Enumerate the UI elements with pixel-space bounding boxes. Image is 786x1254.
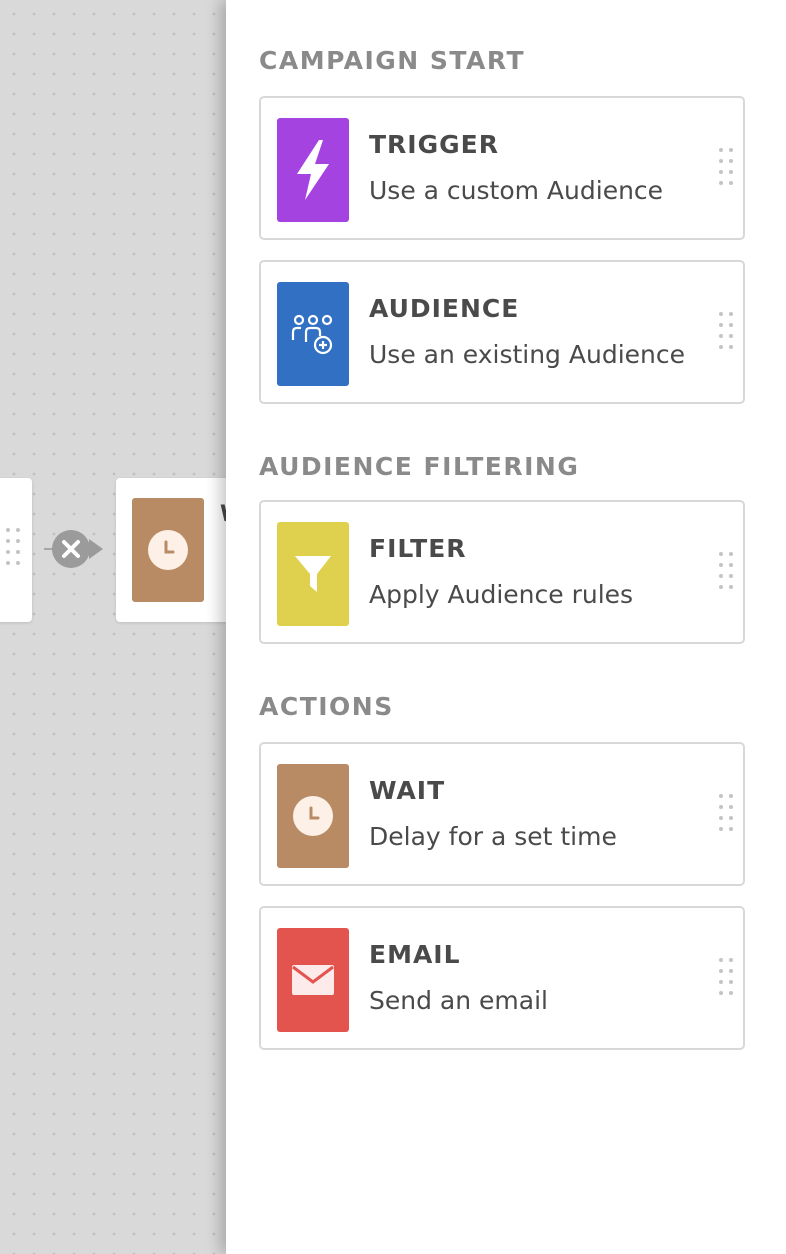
card-title: AUDIENCE [369, 294, 520, 323]
node-library-panel: CAMPAIGN START TRIGGER Use a custom Audi… [226, 0, 786, 1254]
section-header-campaign-start: CAMPAIGN START [259, 46, 526, 75]
drag-handle-icon[interactable] [719, 312, 733, 349]
node-card-trigger[interactable]: TRIGGER Use a custom Audience [259, 96, 745, 240]
clock-icon [293, 796, 333, 836]
campaign-builder: W CAMPAIGN START TRIGGER Use a custom Au… [0, 0, 786, 1254]
section-header-actions: ACTIONS [259, 692, 394, 721]
card-title: TRIGGER [369, 130, 499, 159]
card-description: Use a custom Audience [369, 176, 664, 205]
card-title: FILTER [369, 534, 467, 563]
audience-add-icon [291, 314, 333, 355]
lightning-icon [297, 140, 329, 200]
filter-icon-box [277, 522, 349, 626]
connector-arrow [89, 539, 103, 559]
funnel-icon [295, 556, 331, 592]
drag-handle-icon[interactable] [6, 528, 20, 565]
envelope-icon [292, 965, 334, 995]
card-description: Apply Audience rules [369, 580, 634, 609]
trigger-icon-box [277, 118, 349, 222]
node-card-audience[interactable]: AUDIENCE Use an existing Audience [259, 260, 745, 404]
clock-icon [148, 530, 188, 570]
wait-icon-box [277, 764, 349, 868]
drag-handle-icon[interactable] [719, 148, 733, 185]
drag-handle-icon[interactable] [719, 958, 733, 995]
drag-handle-icon[interactable] [719, 552, 733, 589]
card-description: Send an email [369, 986, 548, 1015]
audience-icon-box [277, 282, 349, 386]
card-description: Delay for a set time [369, 822, 617, 851]
node-card-filter[interactable]: FILTER Apply Audience rules [259, 500, 745, 644]
card-title: WAIT [369, 776, 446, 805]
canvas-node-partial[interactable] [0, 478, 32, 622]
wait-node-icon [132, 498, 204, 602]
remove-connection-button[interactable] [52, 530, 90, 568]
node-card-email[interactable]: EMAIL Send an email [259, 906, 745, 1050]
card-title: EMAIL [369, 940, 461, 969]
email-icon-box [277, 928, 349, 1032]
card-description: Use an existing Audience [369, 340, 685, 369]
drag-handle-icon[interactable] [719, 794, 733, 831]
section-header-audience-filtering: AUDIENCE FILTERING [259, 452, 580, 481]
node-card-wait[interactable]: WAIT Delay for a set time [259, 742, 745, 886]
close-x-icon [62, 540, 80, 558]
